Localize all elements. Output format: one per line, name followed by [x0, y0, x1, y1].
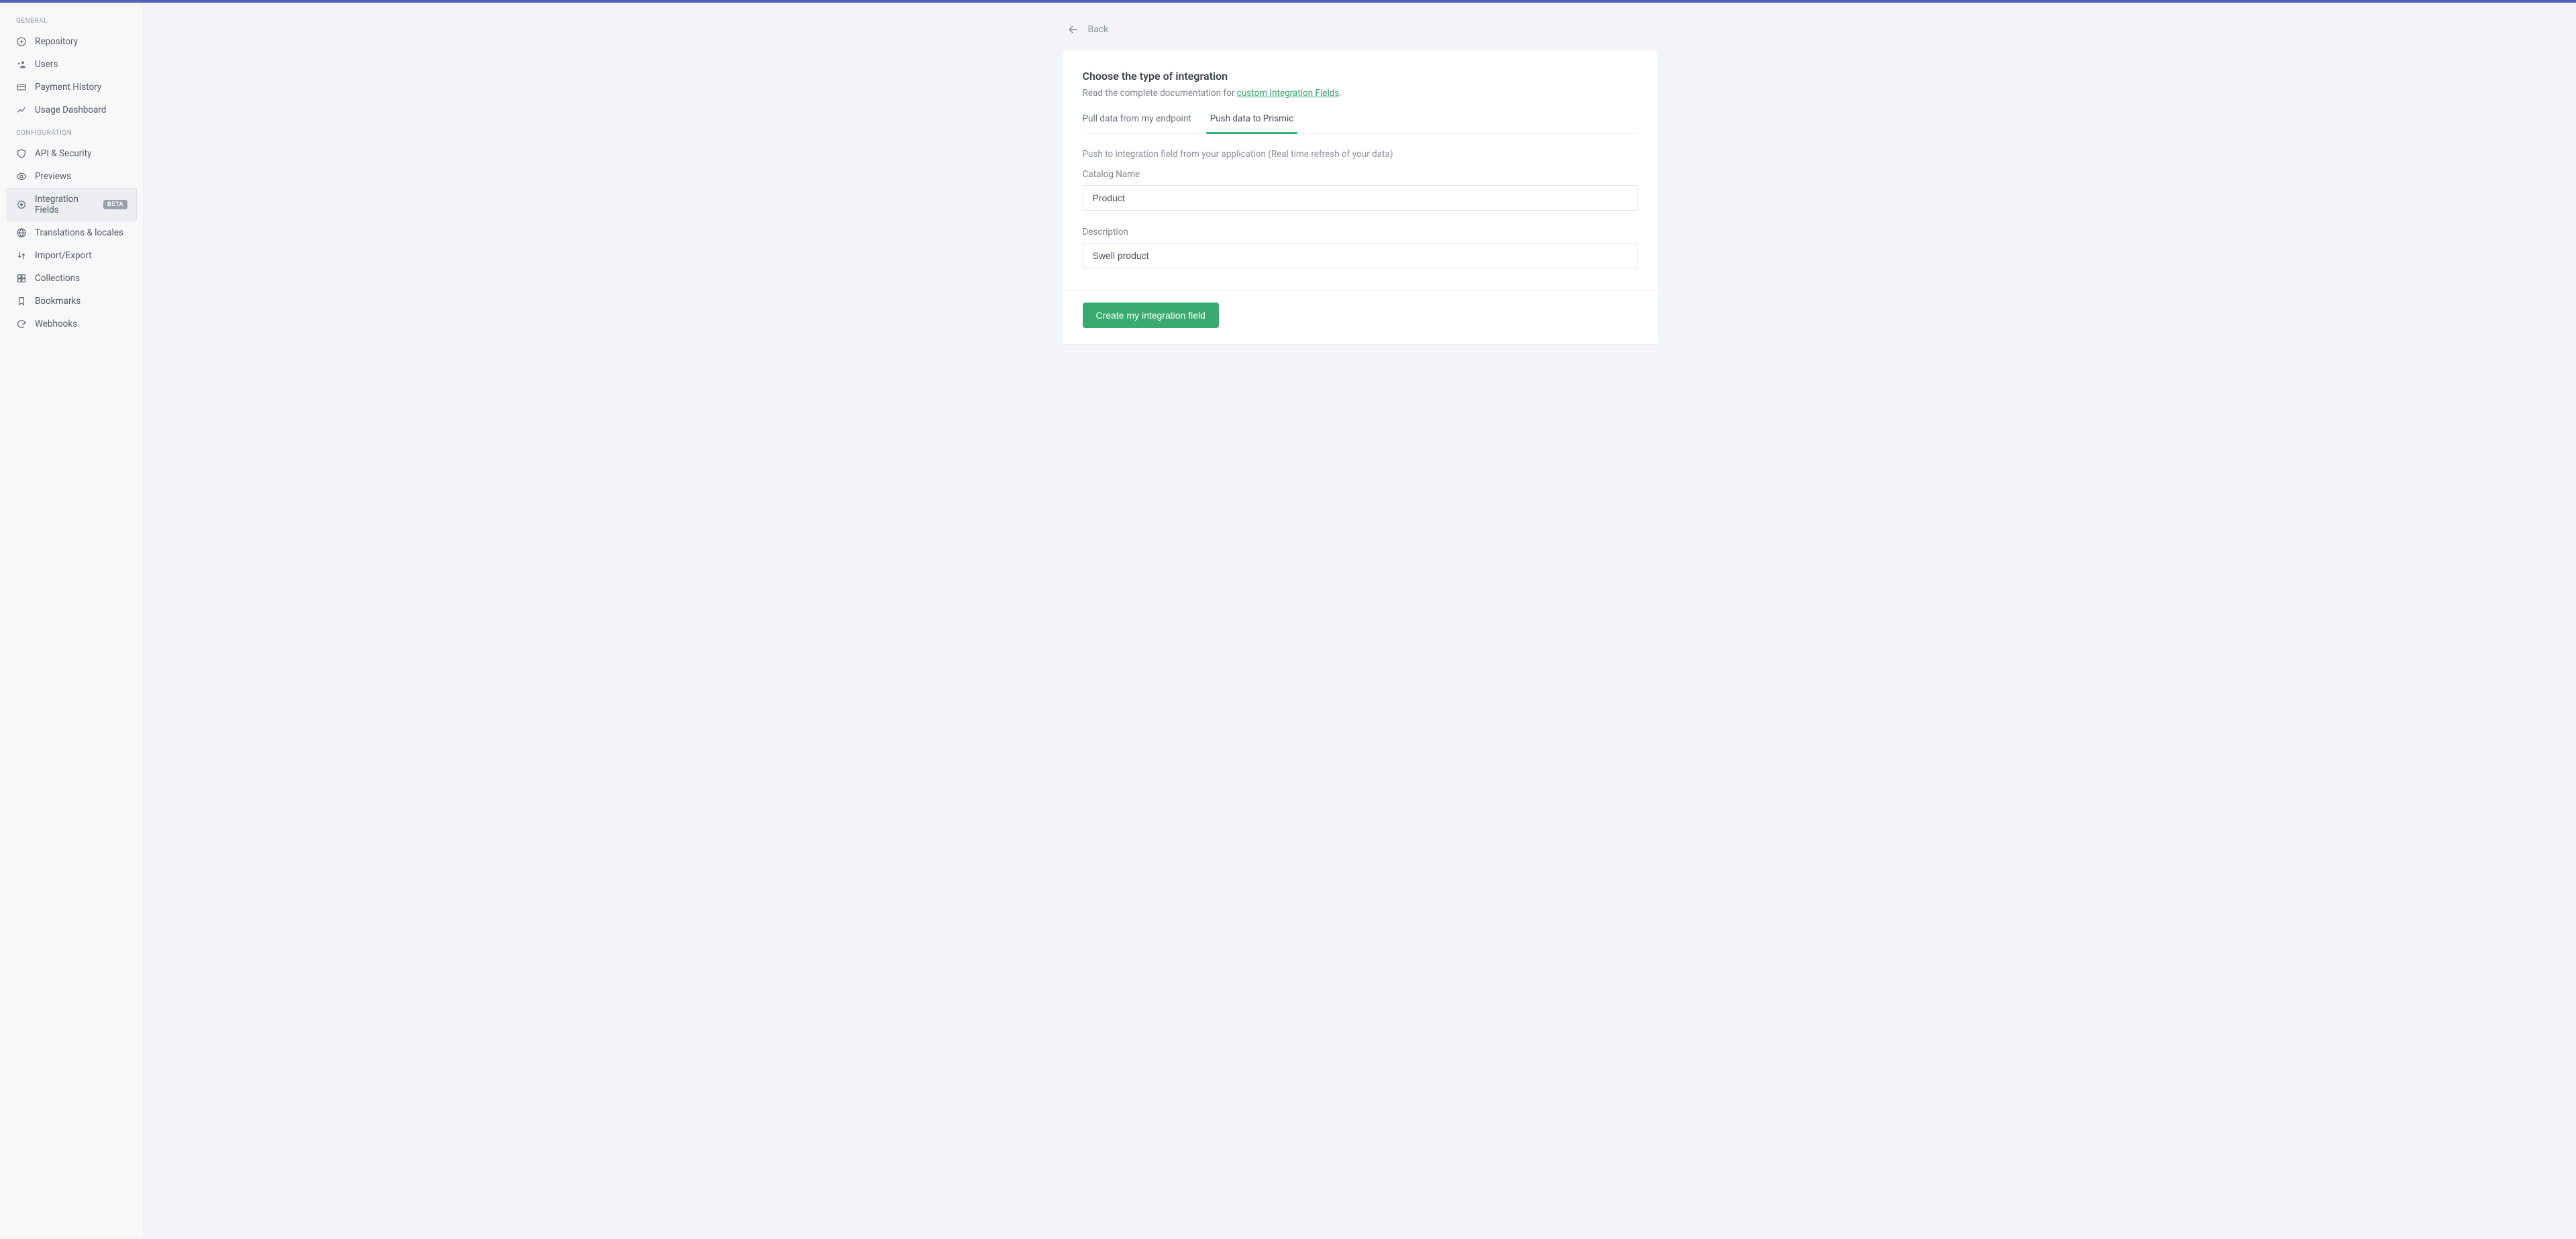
catalog-name-input[interactable]: [1083, 185, 1638, 211]
bookmark-icon: [16, 296, 27, 307]
sidebar-item-label: Import/Export: [35, 250, 92, 261]
subtext-suffix: .: [1339, 88, 1342, 99]
app-root: GENERAL Repository Users Payment History…: [0, 3, 2576, 1236]
collections-icon: [16, 273, 27, 284]
sidebar-item-users[interactable]: Users: [7, 53, 137, 76]
sidebar-item-label: Translations & locales: [35, 227, 123, 238]
card-footer: Create my integration field: [1063, 290, 1658, 344]
description-input[interactable]: [1083, 243, 1638, 268]
sidebar-section-general: GENERAL: [7, 9, 137, 30]
content-wrap: Back Choose the type of integration Read…: [1056, 3, 1665, 371]
integration-card: Choose the type of integration Read the …: [1063, 51, 1658, 344]
arrow-left-icon: [1067, 23, 1080, 36]
sidebar-item-translations-locales[interactable]: Translations & locales: [7, 221, 137, 244]
documentation-link[interactable]: custom Integration Fields: [1237, 88, 1340, 99]
push-helper-text: Push to integration field from your appl…: [1083, 149, 1638, 160]
description-group: Description: [1083, 227, 1638, 268]
tab-push-data[interactable]: Push data to Prismic: [1210, 113, 1294, 133]
sidebar: GENERAL Repository Users Payment History…: [0, 3, 144, 1236]
sidebar-item-label: Collections: [35, 273, 80, 284]
catalog-name-label: Catalog Name: [1083, 169, 1638, 180]
sidebar-item-usage-dashboard[interactable]: Usage Dashboard: [7, 99, 137, 121]
sidebar-item-label: Repository: [35, 36, 78, 47]
sidebar-item-label: Previews: [35, 171, 71, 182]
main-content: Back Choose the type of integration Read…: [144, 3, 2576, 1236]
sidebar-section-configuration: CONFIGURATION: [7, 121, 137, 142]
back-button[interactable]: Back: [1063, 16, 1658, 51]
integration-icon: [16, 199, 27, 210]
shield-icon: [16, 148, 27, 159]
sidebar-item-collections[interactable]: Collections: [7, 267, 137, 290]
sidebar-item-label: Bookmarks: [35, 296, 80, 307]
sidebar-item-import-export[interactable]: Import/Export: [7, 244, 137, 267]
sidebar-item-bookmarks[interactable]: Bookmarks: [7, 290, 137, 313]
catalog-name-group: Catalog Name: [1083, 169, 1638, 211]
sidebar-item-label: Webhooks: [35, 319, 77, 329]
sidebar-item-payment-history[interactable]: Payment History: [7, 76, 137, 99]
tab-pull-data[interactable]: Pull data from my endpoint: [1083, 113, 1191, 133]
sidebar-item-label: Payment History: [35, 82, 101, 93]
eye-icon: [16, 171, 27, 182]
panel-subtext: Read the complete documentation for cust…: [1083, 88, 1638, 99]
dashboard-icon: [16, 36, 27, 47]
sidebar-item-webhooks[interactable]: Webhooks: [7, 313, 137, 335]
sidebar-item-api-security[interactable]: API & Security: [7, 142, 137, 165]
credit-card-icon: [16, 82, 27, 93]
subtext-prefix: Read the complete documentation for: [1083, 88, 1237, 99]
panel-title: Choose the type of integration: [1083, 70, 1638, 83]
users-icon: [16, 59, 27, 70]
sidebar-item-label: API & Security: [35, 148, 91, 159]
create-integration-button[interactable]: Create my integration field: [1083, 303, 1219, 328]
beta-badge: BETA: [103, 200, 127, 209]
refresh-icon: [16, 319, 27, 329]
sidebar-item-label: Integration Fields: [35, 194, 95, 215]
import-export-icon: [16, 250, 27, 261]
sidebar-item-repository[interactable]: Repository: [7, 30, 137, 53]
sidebar-item-label: Usage Dashboard: [35, 105, 106, 115]
description-label: Description: [1083, 227, 1638, 237]
sidebar-item-integration-fields[interactable]: Integration Fields BETA: [7, 188, 137, 221]
card-body: Choose the type of integration Read the …: [1063, 51, 1658, 290]
tabs: Pull data from my endpoint Push data to …: [1083, 113, 1638, 134]
chart-line-icon: [16, 105, 27, 115]
sidebar-item-previews[interactable]: Previews: [7, 165, 137, 188]
globe-icon: [16, 227, 27, 238]
sidebar-item-label: Users: [35, 59, 58, 70]
back-label: Back: [1088, 24, 1109, 35]
